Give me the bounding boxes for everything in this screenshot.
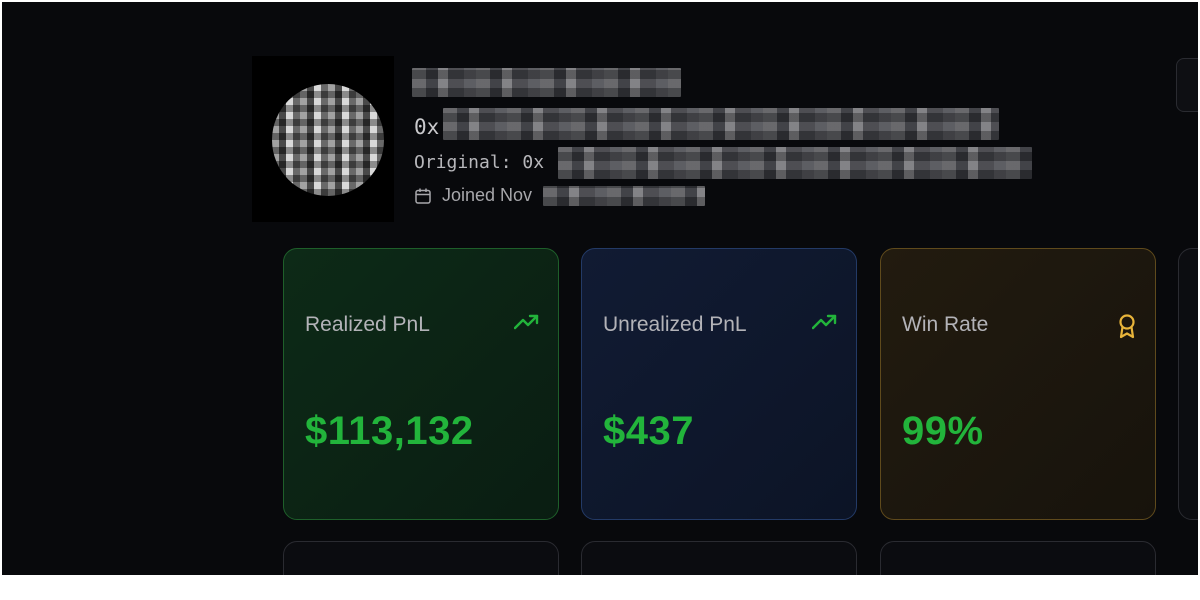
trending-up-icon (514, 314, 539, 330)
stat-card-win-rate: Win Rate 99% (880, 248, 1156, 520)
stat-card-row2-3 (880, 541, 1156, 575)
award-icon (1119, 314, 1135, 339)
redacted-username (412, 68, 681, 97)
redacted-joined-date (543, 186, 705, 206)
joined-date: Joined Nov (414, 185, 532, 206)
joined-label: Joined Nov (442, 185, 533, 205)
stat-card-realized-pnl: Realized PnL $113,132 (283, 248, 559, 520)
calendar-icon (415, 188, 431, 204)
redacted-original-address (558, 147, 1032, 179)
stat-card-row2-1 (283, 541, 559, 575)
stat-value: 99% (902, 409, 984, 453)
stat-label: Win Rate (902, 313, 989, 336)
stat-value: $437 (603, 409, 694, 453)
stat-card-partial (1178, 248, 1198, 520)
stat-card-row2-2 (581, 541, 857, 575)
wallet-address-prefix: 0x (414, 115, 440, 139)
stat-value: $113,132 (305, 409, 474, 453)
app-frame: 0x Original: 0x Joined Nov Realized PnL … (2, 2, 1198, 575)
stat-label: Realized PnL (305, 313, 430, 336)
header-action-button[interactable] (1176, 58, 1198, 112)
original-address-label: Original: 0x (414, 152, 545, 173)
trending-up-icon (812, 314, 837, 330)
profile-avatar (252, 56, 394, 222)
pixelated-avatar-image (272, 84, 384, 196)
stat-card-unrealized-pnl: Unrealized PnL $437 (581, 248, 857, 520)
redacted-wallet-address (443, 108, 999, 140)
stat-label: Unrealized PnL (603, 313, 747, 336)
